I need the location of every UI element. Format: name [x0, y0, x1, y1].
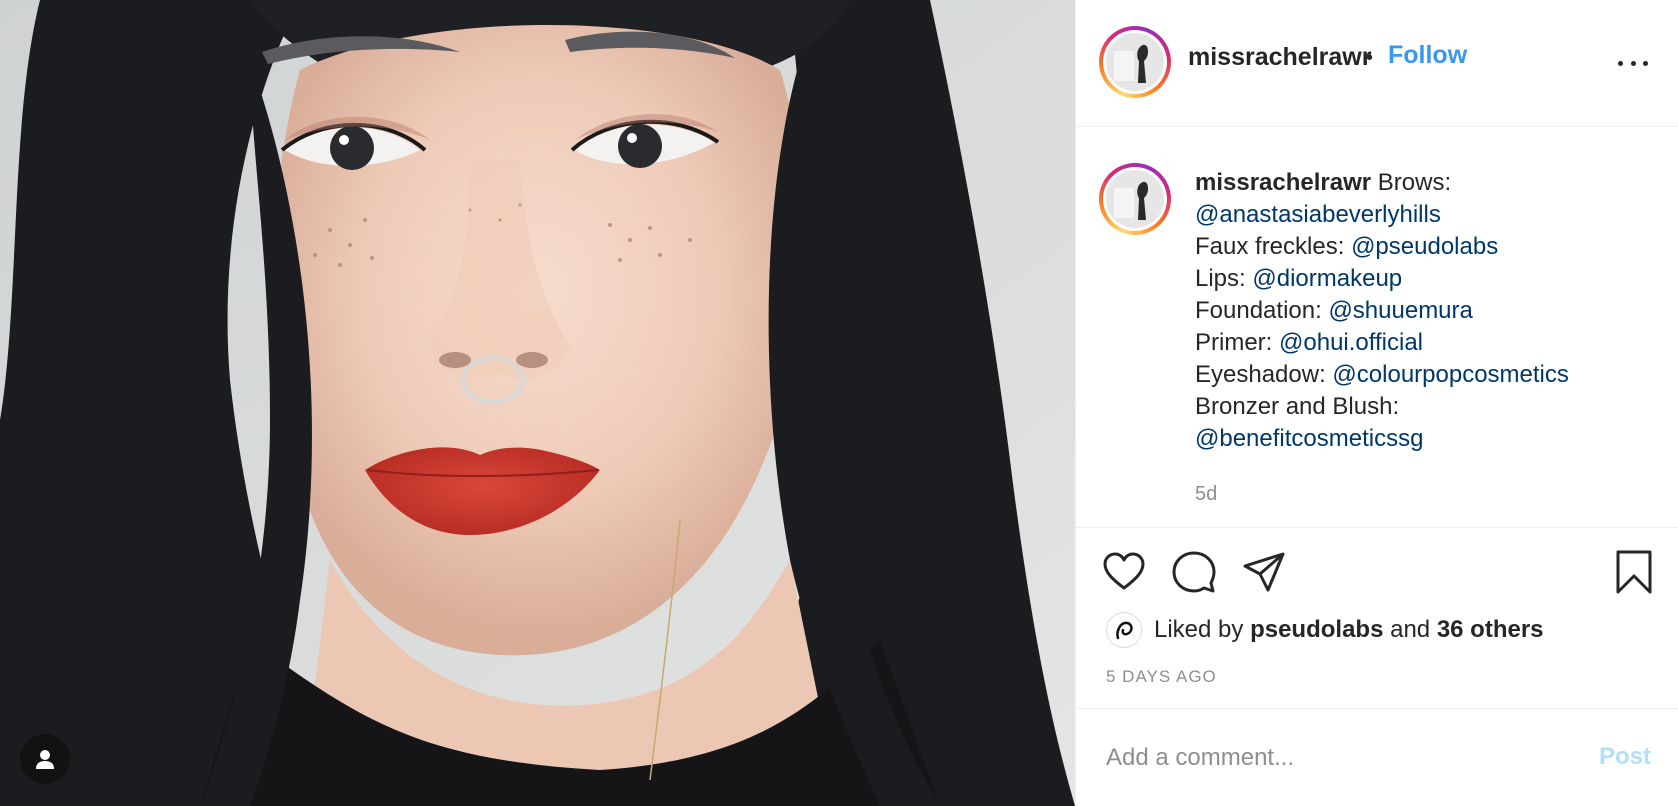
likes-user[interactable]: pseudolabs [1250, 616, 1383, 644]
caption-label: Foundation: [1195, 297, 1322, 324]
caption-mention[interactable]: @benefitcosmeticssg [1195, 425, 1423, 452]
header-separator: • [1366, 47, 1374, 69]
bookmark-icon[interactable] [1612, 550, 1656, 594]
caption-label: Primer: [1195, 329, 1273, 356]
portrait-image [0, 0, 1075, 806]
post-photo[interactable] [0, 0, 1075, 806]
comment-icon[interactable] [1172, 550, 1216, 594]
likes-prefix: Liked by [1154, 616, 1244, 643]
heart-icon[interactable] [1102, 550, 1146, 594]
user-tag-button[interactable] [20, 734, 70, 784]
more-options-icon[interactable] [1618, 48, 1648, 78]
caption-label: Brows: [1377, 169, 1452, 196]
caption-label: Lips: [1195, 265, 1246, 292]
comment-input[interactable] [1104, 737, 1568, 779]
header-username[interactable]: missrachelrawr [1188, 43, 1371, 72]
user-tag-icon [36, 750, 54, 769]
caption-avatar[interactable] [1099, 163, 1171, 235]
liker-avatar[interactable] [1106, 612, 1142, 648]
caption-mention[interactable]: @pseudolabs [1351, 233, 1498, 260]
caption-label: Bronzer and Blush: [1195, 393, 1400, 420]
likes-others[interactable]: 36 others [1437, 616, 1544, 644]
profile-avatar[interactable] [1099, 26, 1171, 98]
follow-button[interactable]: Follow [1388, 41, 1467, 70]
pseudolabs-logo-icon [1116, 621, 1133, 640]
caption-mention[interactable]: @anastasiabeverlyhills [1195, 201, 1441, 228]
post-timestamp[interactable]: 5 DAYS AGO [1106, 667, 1217, 687]
caption-mention[interactable]: @diormakeup [1252, 265, 1402, 292]
caption-label: Faux freckles: [1195, 233, 1345, 260]
likes-summary: Liked by pseudolabs and 36 others [1106, 610, 1544, 650]
send-icon[interactable] [1242, 550, 1286, 594]
caption-mention[interactable]: @colourpopcosmetics [1332, 361, 1568, 388]
instagram-post: missrachelrawr • Follow missrachelrawr B… [0, 0, 1678, 806]
post-comment-button[interactable]: Post [1599, 743, 1651, 771]
comment-bar: Post [1076, 708, 1678, 806]
post-caption: missrachelrawr Brows: @anastasiabeverlyh… [1195, 167, 1665, 455]
caption-section: missrachelrawr Brows: @anastasiabeverlyh… [1076, 127, 1678, 528]
caption-username[interactable]: missrachelrawr [1195, 169, 1371, 196]
likes-conj: and [1390, 616, 1431, 643]
avatar-photo [1106, 170, 1164, 228]
caption-age: 5d [1195, 483, 1218, 505]
action-bar [1076, 528, 1678, 606]
post-header: missrachelrawr • Follow [1076, 0, 1678, 127]
caption-label: Eyeshadow: [1195, 361, 1326, 388]
avatar-photo [1106, 33, 1164, 91]
caption-mention[interactable]: @shuuemura [1328, 297, 1472, 324]
caption-mention[interactable]: @ohui.official [1279, 329, 1423, 356]
post-sidebar: missrachelrawr • Follow missrachelrawr B… [1075, 0, 1678, 806]
